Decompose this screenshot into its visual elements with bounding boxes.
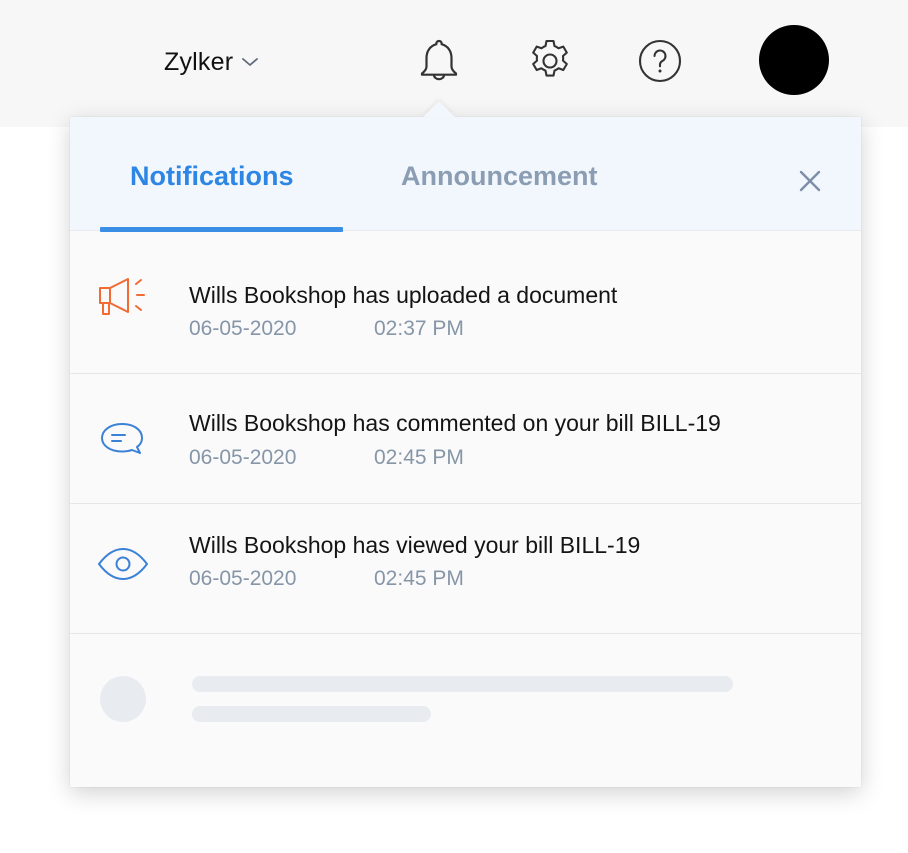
close-icon[interactable] [796,167,824,195]
avatar[interactable] [759,25,829,95]
panel-header: Notifications Announcement [70,117,861,232]
notification-title: Wills Bookshop has uploaded a document [189,282,618,308]
loading-avatar-placeholder [100,676,146,722]
notification-time: 02:37 PM [374,317,464,340]
tab-notifications[interactable]: Notifications [130,161,294,231]
eye-icon [98,548,148,580]
notification-item[interactable]: Wills Bookshop has uploaded a document 0… [70,244,861,374]
org-switcher[interactable]: Zylker [164,44,259,80]
notifications-panel: Notifications Announcement Wills Booksho… [70,117,861,787]
tab-announcement[interactable]: Announcement [401,161,598,231]
active-tab-indicator [100,227,343,232]
notification-date: 06-05-2020 [189,446,297,469]
comment-icon [101,423,143,454]
notification-date: 06-05-2020 [189,567,297,590]
notification-title: Wills Bookshop has viewed your bill BILL… [189,532,641,558]
notification-item[interactable]: Wills Bookshop has viewed your bill BILL… [70,504,861,634]
megaphone-icon [99,278,145,315]
notification-item[interactable]: Wills Bookshop has commented on your bil… [70,374,861,504]
gear-icon[interactable] [527,38,573,84]
org-name: Zylker [164,47,234,76]
notification-time: 02:45 PM [374,446,464,469]
notification-time: 02:45 PM [374,567,464,590]
loading-line-placeholder [192,706,431,722]
bell-icon[interactable] [416,36,462,84]
panel-pointer-arrow [423,101,455,117]
loading-line-placeholder [192,676,733,692]
help-icon[interactable] [637,38,683,84]
notification-date: 06-05-2020 [189,317,297,340]
notification-title: Wills Bookshop has commented on your bil… [189,410,721,436]
chevron-down-icon [242,58,259,66]
